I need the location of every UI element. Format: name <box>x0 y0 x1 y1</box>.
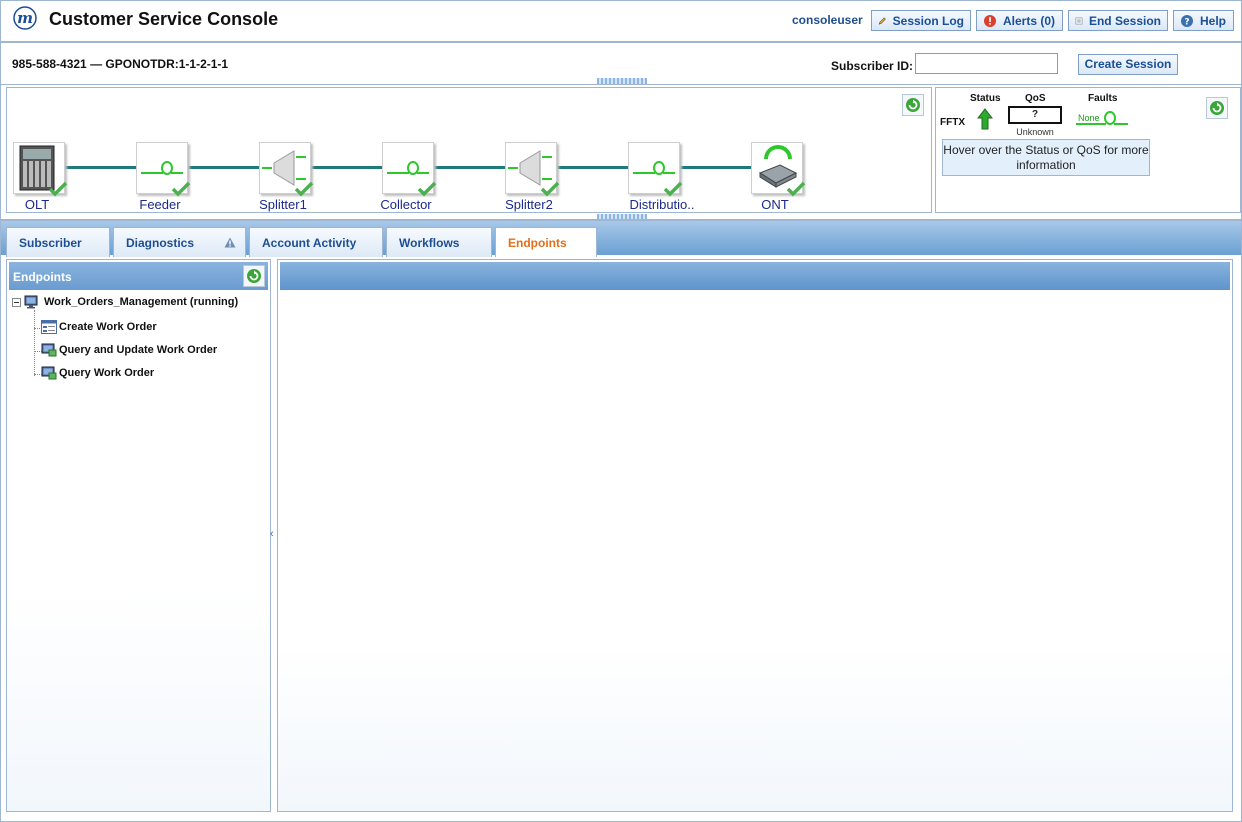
alerts-label: Alerts (0) <box>1003 13 1056 28</box>
topology-node-olt[interactable] <box>13 142 68 197</box>
collapse-minus-icon[interactable] <box>12 297 21 307</box>
help-button[interactable]: ? Help <box>1173 10 1234 31</box>
tab-subscriber[interactable]: Subscriber <box>6 227 110 257</box>
qos-state-label: Unknown <box>1016 127 1054 137</box>
app-title: Customer Service Console <box>49 9 279 29</box>
topology-node-label: ONT <box>761 197 789 212</box>
ok-check-icon <box>786 181 806 197</box>
service-status-panel: Status QoS Faults FFTX ? Unknown None Ho… <box>935 87 1241 213</box>
topology-node-distribution[interactable] <box>628 142 683 197</box>
tab-endpoints[interactable]: Endpoints <box>495 227 597 257</box>
svg-text:?: ? <box>1184 17 1189 27</box>
subscriber-line-info: 985-588-4321 — GPONOTDR:1-1-2-1-1 <box>12 57 229 71</box>
topology-node-splitter2[interactable] <box>505 142 560 197</box>
tree-root-work-orders-management[interactable]: Work_Orders_Management (running) <box>12 295 238 309</box>
ok-check-icon <box>48 181 68 197</box>
customer-service-console: m Customer Service Console consoleuser S… <box>0 0 1242 822</box>
tree-item-query-and-update-work-order[interactable]: Query and Update Work Order <box>41 343 217 357</box>
tab-diagnostics[interactable]: Diagnostics <box>113 227 246 257</box>
topology-node-label: OLT <box>24 197 50 212</box>
query-icon <box>41 366 57 380</box>
topology-node-ont[interactable] <box>751 142 806 197</box>
end-session-button[interactable]: End Session <box>1068 10 1168 31</box>
tree-item-label: Query Work Order <box>59 367 155 379</box>
splitter-grip-top[interactable] <box>597 78 647 84</box>
endpoints-refresh-button[interactable] <box>243 265 265 287</box>
ok-check-icon <box>294 181 314 197</box>
endpoint-detail-header <box>280 262 1230 290</box>
refresh-icon <box>906 98 920 112</box>
topology-node-splitter1[interactable] <box>259 142 314 197</box>
topology-node-label: Feeder <box>139 197 181 212</box>
tab-diagnostics-label: Diagnostics <box>126 236 195 250</box>
alert-icon <box>984 14 996 27</box>
qos-header: QoS <box>1025 93 1046 104</box>
status-up-arrow-icon[interactable] <box>977 108 993 130</box>
refresh-icon <box>247 269 261 283</box>
refresh-icon <box>1210 101 1224 115</box>
main-tabbar: Subscriber Diagnostics Account Activity … <box>1 219 1241 257</box>
end-session-label: End Session <box>1088 13 1161 28</box>
topology-node-feeder[interactable] <box>136 142 191 197</box>
topology-node-collector[interactable] <box>382 142 437 197</box>
tree-item-query-work-order[interactable]: Query Work Order <box>41 366 154 380</box>
svg-text:m: m <box>17 9 33 27</box>
status-refresh-button[interactable] <box>1206 97 1228 119</box>
endpoints-panel-title: Endpoints <box>13 270 72 284</box>
form-icon <box>41 320 57 334</box>
endpoints-panel: Endpoints Work_Orders_Management (runnin… <box>6 259 271 812</box>
ok-check-icon <box>417 181 437 197</box>
service-name: FFTX <box>940 117 965 128</box>
faults-fiber-loop-icon <box>1076 111 1128 125</box>
current-username: consoleuser <box>792 13 863 27</box>
ok-check-icon <box>663 181 683 197</box>
status-header: Status <box>970 93 1001 104</box>
tree-item-label: Create Work Order <box>59 321 157 333</box>
app-header: m Customer Service Console consoleuser S… <box>1 1 1241 43</box>
tab-workflows[interactable]: Workflows <box>386 227 492 257</box>
topology-node-label: Splitter2 <box>505 197 553 212</box>
topology-node-label: Distributio.. <box>629 197 695 212</box>
help-label: Help <box>1200 13 1227 28</box>
topology-refresh-button[interactable] <box>902 94 924 116</box>
topology-node-label: Collector <box>380 197 432 212</box>
alerts-button[interactable]: Alerts (0) <box>976 10 1063 31</box>
tree-item-create-work-order[interactable]: Create Work Order <box>41 320 157 334</box>
endpoints-panel-header: Endpoints <box>9 262 268 290</box>
tree-item-label: Query and Update Work Order <box>59 344 218 356</box>
create-session-button[interactable]: Create Session <box>1078 54 1178 75</box>
subscriber-bar: 985-588-4321 — GPONOTDR:1-1-2-1-1 Subscr… <box>1 45 1241 85</box>
tree-connector <box>34 310 35 376</box>
qos-value-box[interactable]: ? <box>1008 106 1062 124</box>
tree-root-label: Work_Orders_Management (running) <box>44 296 239 308</box>
end-session-icon <box>1075 17 1083 24</box>
warning-icon <box>224 237 236 248</box>
app-logo-icon: m <box>13 6 37 30</box>
subscriber-id-label: Subscriber ID: <box>831 59 914 73</box>
topology-panel: OLT Feeder Splitter1 Collector Splitter2 <box>6 87 932 213</box>
ok-check-icon <box>540 181 560 197</box>
subscriber-id-input[interactable] <box>915 53 1058 74</box>
collapse-panel-chevron-left-icon[interactable]: ‹ <box>270 528 274 540</box>
server-monitor-icon <box>24 295 38 309</box>
pencil-icon <box>878 16 886 25</box>
query-update-icon <box>41 343 57 357</box>
session-log-button[interactable]: Session Log <box>871 10 971 31</box>
help-icon: ? <box>1181 14 1193 27</box>
faults-header: Faults <box>1088 93 1118 104</box>
topology-node-label: Splitter1 <box>259 197 307 212</box>
endpoint-detail-panel <box>277 259 1233 812</box>
status-hint-box: Hover over the Status or QoS for more in… <box>942 139 1150 176</box>
ok-check-icon <box>171 181 191 197</box>
session-log-label: Session Log <box>892 13 964 28</box>
tab-account-activity[interactable]: Account Activity <box>249 227 383 257</box>
